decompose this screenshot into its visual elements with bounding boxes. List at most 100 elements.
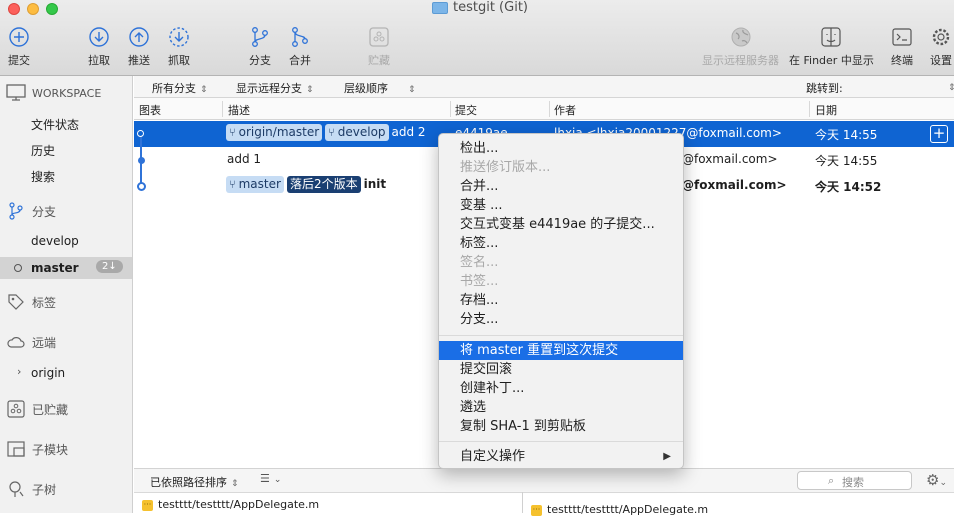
menu-item-custom-actions[interactable]: 自定义操作 ▶ — [439, 447, 683, 466]
close-window-button[interactable] — [8, 3, 20, 15]
sidebar-remotes-header[interactable]: 远端 — [0, 332, 132, 352]
merge-button[interactable]: 合并 — [285, 24, 315, 68]
menu-item-merge[interactable]: 合并... — [439, 177, 683, 196]
fetch-dashed-icon — [164, 24, 194, 50]
sidebar-item-master[interactable]: master 2↓ — [0, 257, 132, 279]
monitor-icon — [5, 83, 27, 103]
commit-date: 今天 14:55 — [815, 128, 878, 142]
sidebar-item-origin[interactable]: origin — [31, 366, 65, 380]
updown-chevron-icon: ⇕ — [408, 85, 416, 95]
branch-tag[interactable]: ⑂ origin/master — [226, 124, 323, 141]
menu-item-push-revision: 推送修订版本... — [460, 160, 551, 175]
commit-author: @foxmail.com> — [682, 152, 778, 166]
branch-icon — [5, 201, 27, 221]
show-remote-button[interactable]: 显示远程服务器 — [702, 24, 779, 68]
add-button[interactable]: + — [930, 125, 948, 143]
file-entry[interactable]: ··· testttt/testttt/AppDelegate.m — [142, 498, 319, 511]
left-file-pane: ··· testttt/testttt/AppDelegate.m — [134, 492, 522, 513]
menu-item-archive[interactable]: 存档... — [439, 291, 683, 310]
updown-chevron-icon: ⇕ — [231, 479, 239, 489]
branch-tag[interactable]: ⑂ develop — [325, 124, 389, 141]
branch-icon: ⑂ — [328, 126, 335, 139]
fetch-button[interactable]: 抓取 — [164, 24, 194, 68]
menu-item-copy-sha[interactable]: 复制 SHA-1 到剪贴板 — [439, 417, 683, 436]
menu-item-checkout[interactable]: 检出... — [439, 139, 683, 158]
branch-button[interactable]: 分支 — [245, 24, 275, 68]
menu-item-tag[interactable]: 标签... — [439, 234, 683, 253]
zoom-window-button[interactable] — [46, 3, 58, 15]
expand-chevron-icon[interactable]: › — [17, 365, 21, 378]
sidebar: WORKSPACE 文件状态 历史 搜索 分支 develop master 2… — [0, 76, 133, 513]
sidebar-item-history[interactable]: 历史 — [31, 142, 55, 159]
show-remote-branches-select[interactable]: 显示远程分支 ⇕ — [236, 80, 314, 96]
sidebar-item-file-status[interactable]: 文件状态 — [31, 116, 79, 133]
list-view-menu[interactable]: ☰ ⌄ — [260, 472, 281, 485]
menu-item-interactive-rebase[interactable]: 交互式变基 e4419ae 的子提交... — [439, 215, 683, 234]
menu-item-reset-master[interactable]: 将 master 重置到这次提交 — [439, 341, 683, 360]
settings-button[interactable]: 设置 — [926, 24, 954, 68]
column-headers: 图表 描述 提交 作者 日期 — [134, 98, 954, 120]
menu-item-cherry-pick[interactable]: 遴选 — [439, 398, 683, 417]
branch-icon — [245, 24, 275, 50]
sidebar-tags-header[interactable]: 标签 — [0, 292, 132, 312]
globe-icon — [726, 24, 756, 50]
commit-date: 今天 14:55 — [815, 154, 878, 168]
window-title: testgit (Git) — [432, 0, 528, 16]
stash-button[interactable]: 贮藏 — [364, 24, 394, 68]
sidebar-subtrees-header[interactable]: 子树 — [0, 479, 132, 499]
sort-select[interactable]: 已依照路径排序 ⇕ — [150, 474, 239, 490]
menu-item-sign: 签名... — [460, 255, 499, 270]
updown-chevron-icon: ⇕ — [948, 83, 954, 93]
merge-icon — [285, 24, 315, 50]
sidebar-submodules-header[interactable]: 子模块 — [0, 439, 132, 459]
search-input[interactable]: ⌕ 搜索 — [797, 471, 912, 490]
sidebar-stashes-header[interactable]: 已贮藏 — [0, 399, 132, 419]
menu-item-create-patch[interactable]: 创建补丁... — [439, 379, 683, 398]
sidebar-item-develop[interactable]: develop — [31, 234, 79, 248]
column-divider — [809, 101, 810, 117]
column-description[interactable]: 描述 — [228, 102, 250, 118]
menu-item-rebase[interactable]: 变基 ... — [439, 196, 683, 215]
branch-icon: ⑂ — [229, 178, 236, 191]
menu-item-branch[interactable]: 分支... — [439, 310, 683, 329]
filter-bar: 所有分支 ⇕ 显示远程分支 ⇕ 层级顺序 ⇕ 跳转到: ⇕ — [134, 76, 954, 98]
commit-button[interactable]: 提交 — [4, 24, 34, 68]
pull-button[interactable]: 拉取 — [84, 24, 114, 68]
column-commit[interactable]: 提交 — [455, 102, 477, 118]
column-divider — [450, 101, 451, 117]
submenu-arrow-icon: ▶ — [663, 451, 671, 462]
gear-icon: ⚙ — [926, 471, 940, 489]
column-author[interactable]: 作者 — [554, 102, 576, 118]
column-date[interactable]: 日期 — [815, 102, 837, 118]
commit-description: ⑂ master 落后2个版本 init — [226, 176, 386, 193]
branch-tag[interactable]: ⑂ master — [226, 176, 284, 193]
sidebar-branches-header[interactable]: 分支 — [0, 201, 132, 221]
tag-icon — [5, 292, 27, 312]
sidebar-item-search[interactable]: 搜索 — [31, 168, 55, 185]
finder-icon — [816, 24, 846, 50]
plus-circle-icon — [4, 24, 34, 50]
column-divider — [222, 101, 223, 117]
jump-to-select[interactable]: ⇕ — [944, 80, 954, 93]
current-branch-icon — [14, 264, 22, 272]
stash-box-icon — [5, 399, 27, 419]
subtree-icon — [5, 479, 27, 499]
stash-box-icon — [364, 24, 394, 50]
terminal-button[interactable]: 终端 — [887, 24, 917, 68]
column-divider — [549, 101, 550, 117]
show-in-finder-button[interactable]: 在 Finder 中显示 — [789, 24, 874, 68]
commit-context-menu: 检出... 推送修订版本... 合并... 变基 ... 交互式变基 e4419… — [438, 133, 684, 469]
right-file-pane: ··· testttt/testttt/AppDelegate.m — [523, 492, 954, 516]
gear-menu-button[interactable]: ⚙⌄ — [926, 471, 947, 489]
column-graph[interactable]: 图表 — [139, 102, 161, 118]
push-button[interactable]: 推送 — [124, 24, 154, 68]
submodule-icon — [5, 439, 27, 459]
menu-item-revert[interactable]: 提交回滚 — [439, 360, 683, 379]
all-branches-select[interactable]: 所有分支 ⇕ — [152, 80, 208, 96]
graph-node — [138, 157, 145, 164]
order-select[interactable]: 层级顺序 ⇕ — [344, 80, 416, 96]
modified-file-icon: ··· — [142, 499, 153, 511]
chevron-down-icon: ⌄ — [273, 475, 282, 485]
minimize-window-button[interactable] — [27, 3, 39, 15]
commit-author: @foxmail.com> — [682, 178, 787, 192]
